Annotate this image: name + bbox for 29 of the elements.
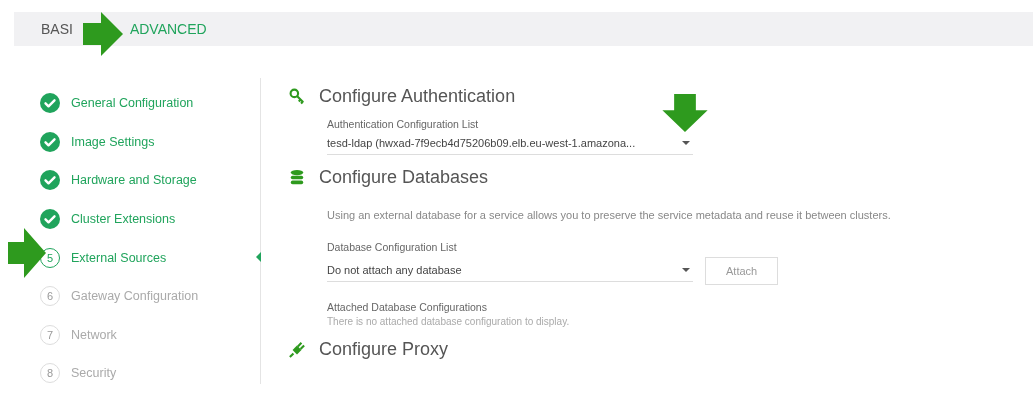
step-link[interactable]: Image Settings (71, 134, 155, 149)
arrow-icon (662, 94, 708, 132)
step-link[interactable]: Cluster Extensions (71, 212, 176, 227)
dropdown-field[interactable]: Do not attach any database (327, 260, 693, 282)
tab[interactable]: BASI (41, 21, 73, 37)
field-label: Attached Database Configurations (327, 301, 488, 313)
step-link[interactable]: Gateway Configuration (71, 289, 199, 304)
caret-icon (682, 267, 690, 272)
section-title: Configure Proxy (319, 338, 449, 360)
caret-icon (682, 141, 690, 145)
field-label: Database Configuration List (327, 241, 458, 253)
section-title: Configure Authentication (319, 85, 516, 107)
step-link[interactable]: Hardware and Storage (71, 173, 197, 188)
dropdown-field[interactable]: tesd-ldap (hwxad-7f9ecb4d75206b09.elb.eu-west-1.amazona... (327, 134, 693, 155)
section-title: Configure Databases (319, 166, 489, 188)
step-link[interactable]: External Sources (71, 250, 167, 265)
database-icon (289, 168, 305, 186)
plug-icon (289, 340, 305, 358)
step-link[interactable]: General Configuration (71, 96, 194, 111)
tab[interactable]: ADVANCED (129, 21, 207, 37)
arrow-icon (8, 228, 46, 278)
step-link[interactable]: Network (71, 327, 117, 342)
arrow-icon (83, 12, 123, 56)
step-link[interactable]: Security (71, 366, 117, 381)
field-label: Authentication Configuration List (327, 118, 480, 130)
empty-message: There is no attached database configuration to display. (327, 316, 571, 327)
section-description: Using an external database for a service allows you to preserve the service metadata and reuse it between clusters. (327, 209, 891, 221)
key-icon (289, 87, 305, 105)
attach-button[interactable]: Attach (705, 257, 779, 285)
